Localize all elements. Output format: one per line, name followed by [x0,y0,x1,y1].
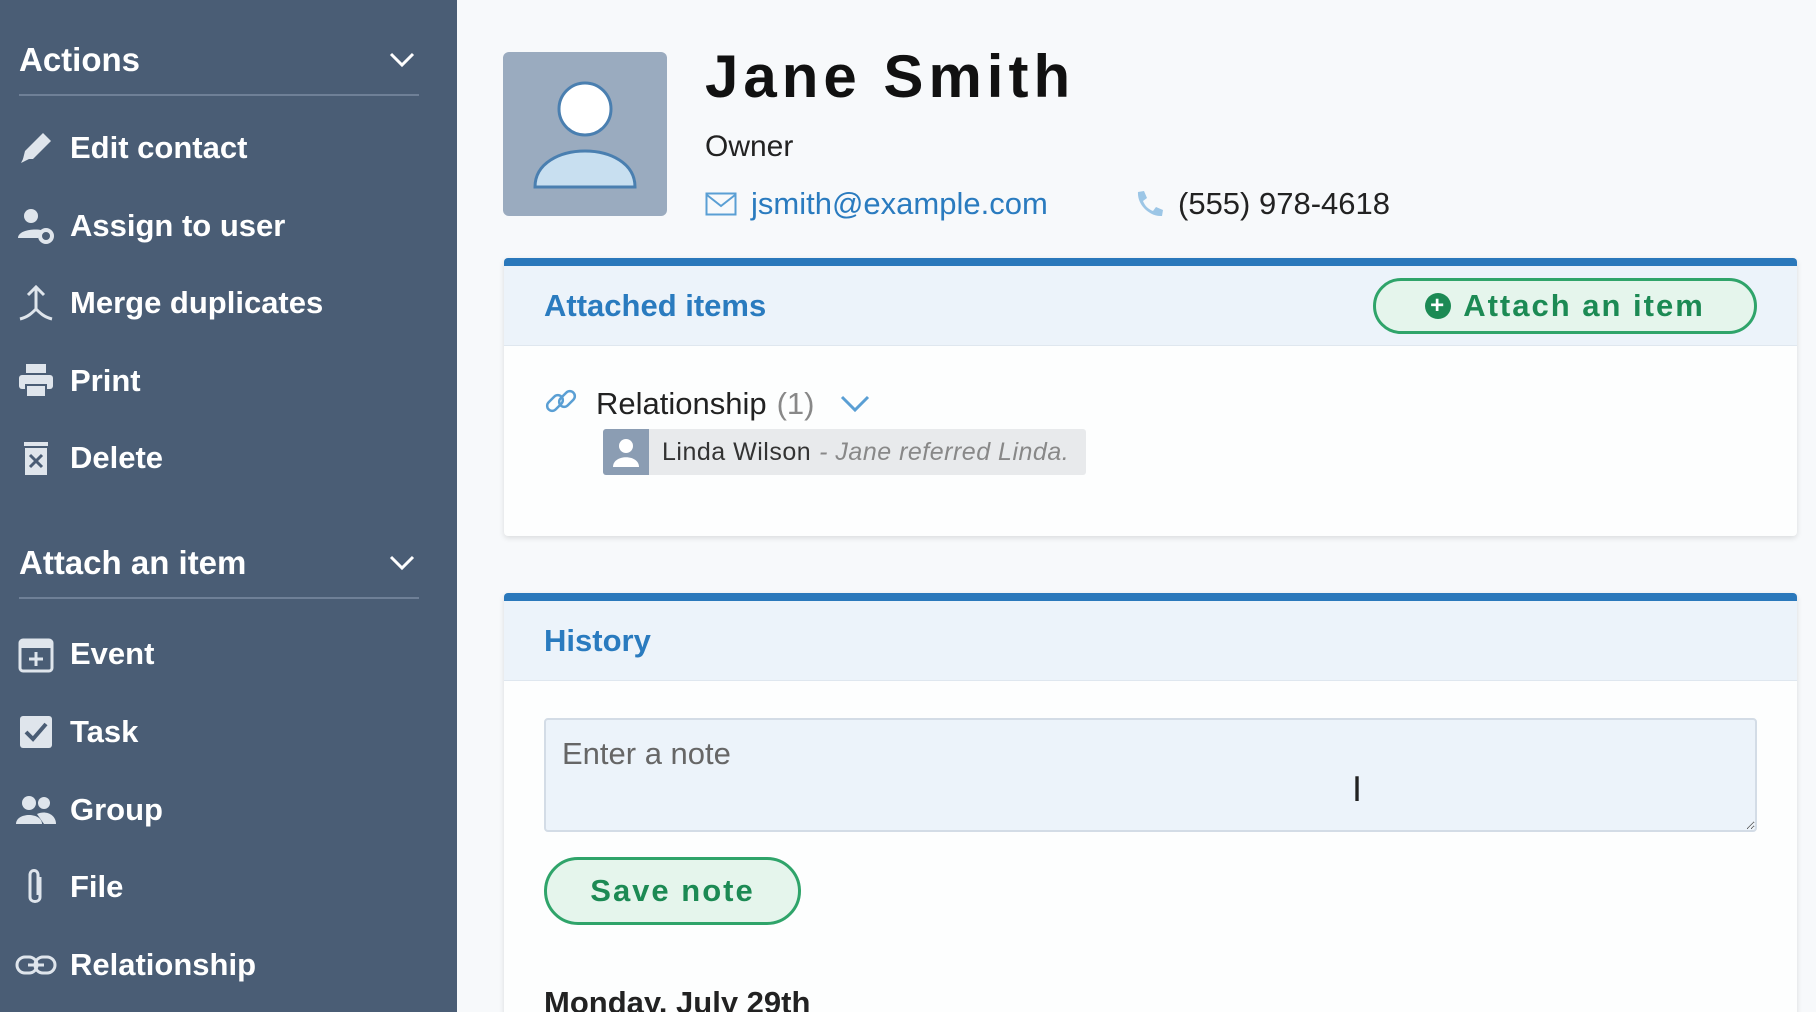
contact-name: Jane Smith [705,43,1076,110]
attach-item-button-label: Attach an item [1463,287,1705,323]
attached-items-header: Attached items + Attach an item [504,266,1797,346]
sidebar: Actions Edit contact Assign to user Merg… [0,0,457,1012]
note-input[interactable] [544,718,1757,832]
pencil-icon [14,126,58,170]
history-date-heading: Monday, July 29th [544,985,811,1012]
envelope-icon [705,192,737,216]
attached-items-card: Attached items + Attach an item Relation… [504,258,1797,536]
sidebar-item-file[interactable]: File [14,857,434,917]
sidebar-item-event[interactable]: Event [14,624,434,684]
chevron-down-icon [385,546,419,580]
attach-item-button[interactable]: + Attach an item [1373,277,1757,334]
paperclip-icon [14,865,58,909]
contact-email-text: jsmith@example.com [751,186,1048,221]
calendar-plus-icon [14,632,58,676]
sidebar-item-label: Assign to user [70,208,286,243]
sidebar-item-edit-contact[interactable]: Edit contact [14,118,434,178]
relationship-count: (1) [776,385,815,421]
avatar [503,52,667,216]
sidebar-item-group[interactable]: Group [14,780,434,840]
relationship-item-note: - Jane referred Linda. [819,437,1070,466]
text-cursor-icon: I [1352,770,1363,810]
sidebar-item-label: Task [70,714,139,749]
contact-phone: (555) 978-4618 [1134,184,1390,224]
sidebar-item-assign-to-user[interactable]: Assign to user [14,196,434,256]
sidebar-item-label: Merge duplicates [70,285,324,320]
history-title: History [544,622,651,658]
relationship-item-name: Linda Wilson [662,437,812,466]
contact-phone-text: (555) 978-4618 [1178,186,1390,221]
person-icon [603,429,649,475]
merge-icon [14,281,58,325]
relationship-item-chip[interactable]: Linda Wilson - Jane referred Linda. [603,429,1086,475]
sidebar-item-delete[interactable]: Delete [14,428,434,488]
phone-icon [1134,189,1164,219]
person-icon [533,81,637,189]
link-icon [14,943,58,987]
group-icon [14,788,58,832]
link-icon [544,384,578,423]
sidebar-item-label: Event [70,636,155,671]
main-content: Jane Smith Owner jsmith@example.com (555… [457,0,1816,1012]
trash-icon [14,436,58,480]
save-note-button[interactable]: Save note [544,857,801,925]
history-header: History [504,601,1797,681]
sidebar-item-relationship[interactable]: Relationship [14,935,434,995]
relationship-group-row: Relationship (1) [544,384,871,423]
sidebar-item-print[interactable]: Print [14,351,434,411]
sidebar-item-label: Edit contact [70,130,248,165]
sidebar-item-task[interactable]: Task [14,702,434,762]
sidebar-item-label: Print [70,363,141,398]
sidebar-item-merge-duplicates[interactable]: Merge duplicates [14,273,434,333]
sidebar-item-label: Group [70,792,163,827]
checkbox-icon [14,710,58,754]
user-gear-icon [14,204,58,248]
chevron-down-icon[interactable] [839,394,871,414]
actions-section-header[interactable]: Actions [19,26,419,96]
attach-section-title: Attach an item [19,544,247,581]
app-root: Actions Edit contact Assign to user Merg… [0,0,1816,1012]
attach-section-header[interactable]: Attach an item [19,529,419,599]
attached-items-title: Attached items [544,287,767,323]
actions-section-title: Actions [19,41,141,78]
relationship-label: Relationship [596,385,767,421]
sidebar-item-label: Relationship [70,947,257,982]
contact-role: Owner [705,130,794,163]
printer-icon [14,359,58,403]
sidebar-item-label: Delete [70,440,164,475]
plus-circle-icon: + [1425,292,1452,319]
sidebar-item-label: File [70,869,124,904]
history-card: History Save note Monday, July 29th [504,593,1797,1012]
chevron-down-icon [385,43,419,77]
contact-email-link[interactable]: jsmith@example.com [705,184,1048,224]
